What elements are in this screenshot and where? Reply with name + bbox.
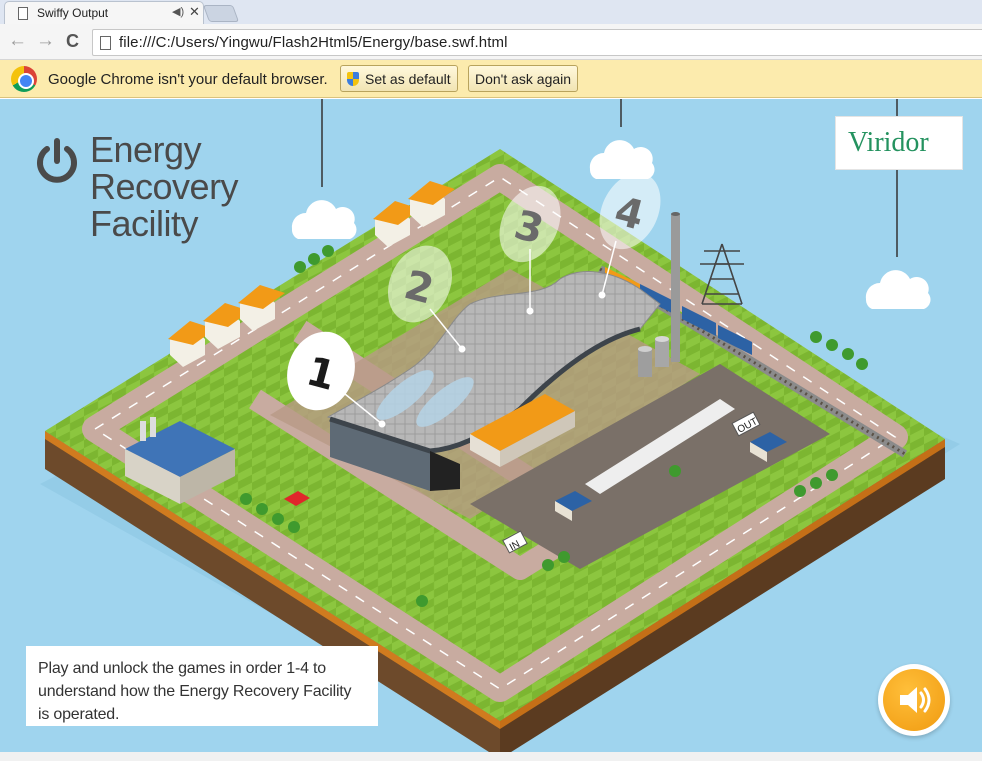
viridor-logo-text: Viridor	[848, 127, 929, 158]
viridor-logo: Viridor	[835, 116, 963, 170]
new-tab-button[interactable]	[202, 5, 240, 22]
default-browser-infobar: Google Chrome isn't your default browser…	[0, 60, 982, 98]
title-line-1: Energy	[90, 129, 202, 170]
chimney	[671, 214, 680, 362]
instruction-box: Play and unlock the games in order 1-4 t…	[26, 646, 378, 726]
dont-ask-again-button[interactable]: Don't ask again	[468, 65, 579, 92]
instruction-text: Play and unlock the games in order 1-4 t…	[38, 660, 352, 723]
browser-toolbar: ← → C file:///C:/Users/Yingwu/Flash2Html…	[0, 24, 982, 60]
uac-shield-icon	[347, 71, 359, 86]
page-icon	[18, 7, 28, 20]
sound-toggle-button[interactable]	[878, 664, 950, 736]
forward-button[interactable]: →	[36, 31, 55, 51]
close-tab-icon[interactable]: ✕	[189, 4, 200, 20]
audio-playing-icon[interactable]: ◀)	[172, 5, 184, 18]
reload-button[interactable]: C	[66, 31, 79, 51]
page-title: Energy Recovery Facility	[90, 131, 290, 242]
browser-titlebar: Swiffy Output ◀) ✕	[0, 0, 982, 24]
chrome-logo-icon	[11, 66, 37, 92]
speaker-icon	[900, 687, 931, 713]
address-bar[interactable]: file:///C:/Users/Yingwu/Flash2Html5/Ener…	[92, 29, 982, 56]
window-bottom	[0, 752, 982, 761]
title-line-2: Recovery	[90, 166, 239, 207]
url-text[interactable]: file:///C:/Users/Yingwu/Flash2Html5/Ener…	[119, 34, 508, 51]
power-icon	[37, 138, 77, 183]
title-line-3: Facility	[90, 203, 199, 244]
set-default-label: Set as default	[365, 70, 451, 87]
back-button[interactable]: ←	[8, 31, 27, 51]
set-default-button[interactable]: Set as default	[340, 65, 458, 92]
page-icon	[100, 36, 111, 50]
infobar-message: Google Chrome isn't your default browser…	[48, 71, 328, 88]
tab-title: Swiffy Output	[37, 6, 109, 20]
browser-tab[interactable]: Swiffy Output ◀) ✕	[4, 1, 204, 24]
flash-stage: IN OUT 1 2 3 4 Energy Recovery Facility …	[0, 99, 982, 752]
